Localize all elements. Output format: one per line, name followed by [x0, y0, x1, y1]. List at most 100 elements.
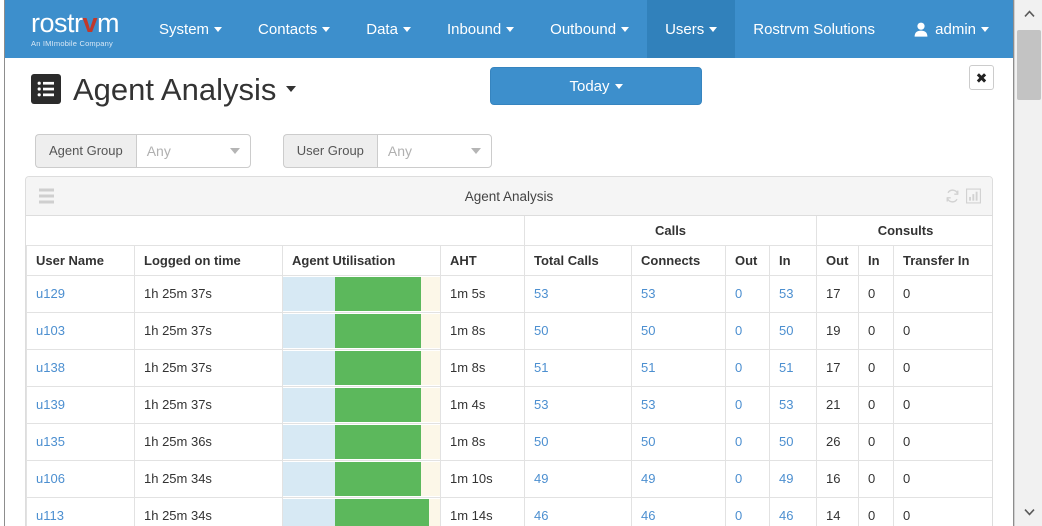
- cell-calls-out[interactable]: 0: [725, 496, 770, 526]
- scroll-up-arrow-icon[interactable]: [1015, 0, 1042, 28]
- column-header-agent-utilisation[interactable]: Agent Utilisation: [282, 244, 441, 276]
- cell-calls-out-link[interactable]: 0: [735, 286, 742, 301]
- cell-total-calls-link[interactable]: 53: [534, 397, 548, 412]
- cell-total-calls[interactable]: 50: [524, 422, 632, 461]
- cell-calls-out-link[interactable]: 0: [735, 360, 742, 375]
- cell-calls-in[interactable]: 51: [768, 348, 818, 387]
- cell-connects-link[interactable]: 51: [641, 360, 655, 375]
- cell-calls-out-link[interactable]: 0: [735, 323, 742, 338]
- cell-calls-in-link[interactable]: 51: [779, 360, 793, 375]
- cell-calls-in[interactable]: 50: [768, 311, 818, 350]
- column-header-total-calls[interactable]: Total Calls: [524, 244, 632, 276]
- nav-item-users[interactable]: Users: [647, 0, 736, 58]
- cell-user-name[interactable]: u103: [26, 311, 135, 350]
- cell-total-calls[interactable]: 50: [524, 311, 632, 350]
- cell-user-name[interactable]: u106: [26, 459, 135, 498]
- today-button[interactable]: Today: [490, 67, 702, 105]
- cell-total-calls[interactable]: 53: [524, 385, 632, 424]
- column-header-consults-out[interactable]: Out: [816, 244, 860, 276]
- scroll-down-arrow-icon[interactable]: [1015, 498, 1042, 526]
- cell-calls-out[interactable]: 0: [725, 459, 770, 498]
- cell-calls-out[interactable]: 0: [725, 385, 770, 424]
- vertical-scrollbar[interactable]: [1014, 0, 1042, 526]
- nav-item-contacts[interactable]: Contacts: [240, 0, 348, 58]
- cell-total-calls-link[interactable]: 51: [534, 360, 548, 375]
- nav-item-inbound[interactable]: Inbound: [429, 0, 532, 58]
- cell-user-name[interactable]: u113: [26, 496, 135, 526]
- cell-total-calls-link[interactable]: 53: [534, 286, 548, 301]
- cell-connects[interactable]: 51: [631, 348, 726, 387]
- cell-calls-in-link[interactable]: 53: [779, 286, 793, 301]
- column-header-connects[interactable]: Connects: [631, 244, 726, 276]
- cell-user-name-link[interactable]: u129: [36, 286, 65, 301]
- nav-item-system[interactable]: System: [141, 0, 240, 58]
- cell-calls-in[interactable]: 46: [768, 496, 818, 526]
- cell-user-name-link[interactable]: u113: [36, 508, 64, 523]
- cell-connects[interactable]: 50: [631, 311, 726, 350]
- column-header-calls-in[interactable]: In: [768, 244, 818, 276]
- cell-calls-in-link[interactable]: 46: [779, 508, 793, 523]
- cell-calls-in-link[interactable]: 50: [779, 434, 793, 449]
- close-button[interactable]: ✖: [969, 65, 994, 90]
- cell-total-calls-link[interactable]: 46: [534, 508, 548, 523]
- column-header-user-name[interactable]: User Name: [26, 244, 135, 276]
- user-menu[interactable]: admin: [914, 21, 989, 38]
- cell-total-calls[interactable]: 51: [524, 348, 632, 387]
- cell-connects-link[interactable]: 53: [641, 397, 655, 412]
- cell-calls-out[interactable]: 0: [725, 422, 770, 461]
- cell-calls-in-link[interactable]: 50: [779, 323, 793, 338]
- nav-item-outbound[interactable]: Outbound: [532, 0, 647, 58]
- cell-calls-in[interactable]: 53: [768, 274, 818, 313]
- brand-logo[interactable]: rostrvm An IMImobile Company: [5, 0, 141, 58]
- cell-user-name[interactable]: u138: [26, 348, 135, 387]
- cell-calls-out[interactable]: 0: [725, 311, 770, 350]
- bar-chart-icon[interactable]: [966, 188, 981, 204]
- cell-connects-link[interactable]: 49: [641, 471, 655, 486]
- cell-user-name-link[interactable]: u138: [36, 360, 65, 375]
- cell-connects[interactable]: 50: [631, 422, 726, 461]
- cell-calls-out[interactable]: 0: [725, 348, 770, 387]
- nav-item-rostrvm-solutions[interactable]: Rostrvm Solutions: [735, 0, 893, 58]
- cell-total-calls-link[interactable]: 50: [534, 323, 548, 338]
- cell-user-name-link[interactable]: u106: [36, 471, 65, 486]
- cell-connects[interactable]: 46: [631, 496, 726, 526]
- cell-connects-link[interactable]: 50: [641, 323, 655, 338]
- cell-user-name[interactable]: u129: [26, 274, 135, 313]
- cell-connects-link[interactable]: 46: [641, 508, 655, 523]
- cell-connects[interactable]: 49: [631, 459, 726, 498]
- cell-connects[interactable]: 53: [631, 274, 726, 313]
- cell-total-calls[interactable]: 53: [524, 274, 632, 313]
- cell-calls-in[interactable]: 50: [768, 422, 818, 461]
- column-header-transfer-in[interactable]: Transfer In: [893, 244, 992, 276]
- cell-user-name-link[interactable]: u135: [36, 434, 65, 449]
- cell-calls-out-link[interactable]: 0: [735, 397, 742, 412]
- cell-calls-out-link[interactable]: 0: [735, 434, 742, 449]
- cell-connects[interactable]: 53: [631, 385, 726, 424]
- cell-total-calls[interactable]: 46: [524, 496, 632, 526]
- cell-total-calls-link[interactable]: 50: [534, 434, 548, 449]
- nav-item-data[interactable]: Data: [348, 0, 429, 58]
- cell-calls-in[interactable]: 53: [768, 385, 818, 424]
- cell-calls-out[interactable]: 0: [725, 274, 770, 313]
- cell-connects-link[interactable]: 53: [641, 286, 655, 301]
- cell-total-calls-link[interactable]: 49: [534, 471, 548, 486]
- scrollbar-thumb[interactable]: [1017, 30, 1041, 100]
- agent-group-select[interactable]: Any: [135, 133, 251, 168]
- column-header-aht[interactable]: AHT: [440, 244, 525, 276]
- column-header-logged-on-time[interactable]: Logged on time: [134, 244, 283, 276]
- cell-user-name-link[interactable]: u103: [36, 323, 65, 338]
- cell-user-name-link[interactable]: u139: [36, 397, 65, 412]
- cell-calls-in-link[interactable]: 49: [779, 471, 793, 486]
- cell-calls-out-link[interactable]: 0: [735, 471, 742, 486]
- cell-connects-link[interactable]: 50: [641, 434, 655, 449]
- user-group-select[interactable]: Any: [376, 133, 492, 168]
- page-title-chevron-down-icon[interactable]: [286, 86, 297, 92]
- cell-user-name[interactable]: u139: [26, 385, 135, 424]
- column-header-calls-out[interactable]: Out: [725, 244, 770, 276]
- refresh-icon[interactable]: [945, 189, 960, 204]
- column-header-consults-in[interactable]: In: [858, 244, 895, 276]
- cell-user-name[interactable]: u135: [26, 422, 135, 461]
- cell-calls-in-link[interactable]: 53: [779, 397, 793, 412]
- cell-calls-out-link[interactable]: 0: [735, 508, 742, 523]
- cell-total-calls[interactable]: 49: [524, 459, 632, 498]
